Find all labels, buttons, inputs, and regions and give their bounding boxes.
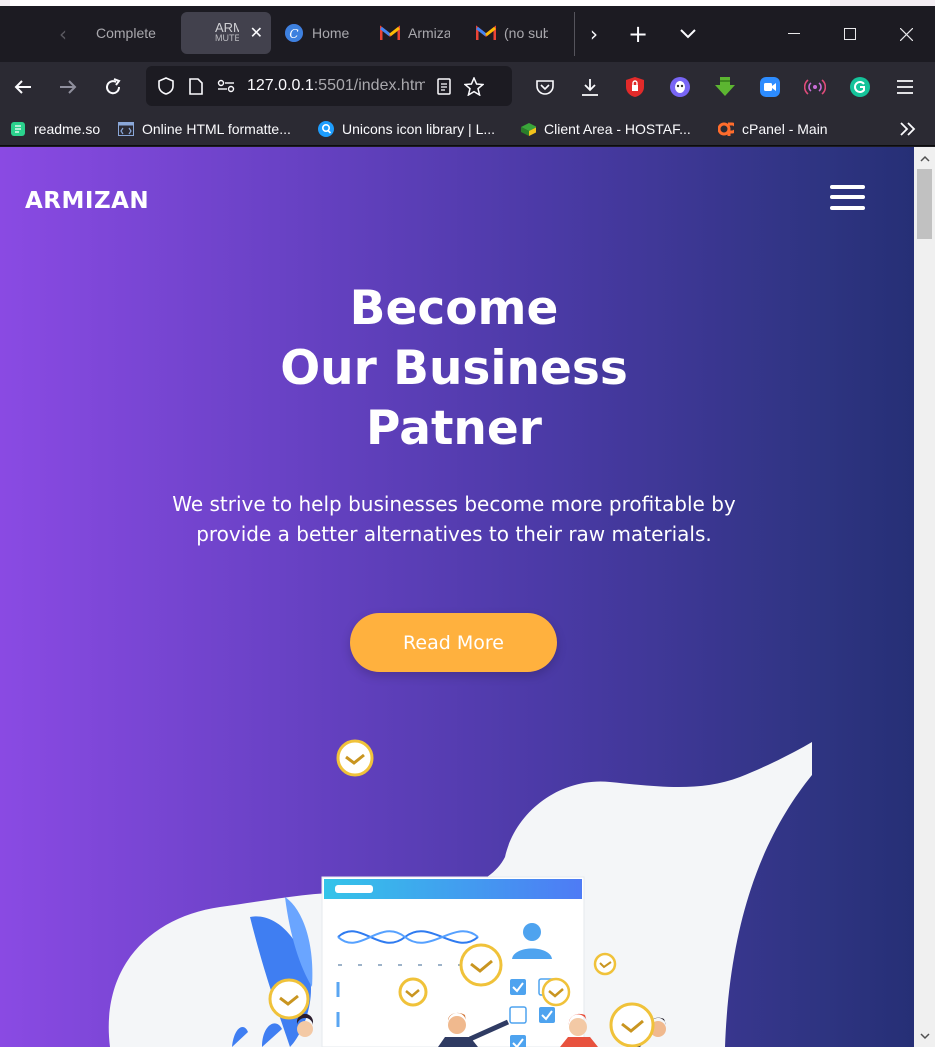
bookmark-star-icon[interactable]: [459, 71, 489, 101]
downloads-icon[interactable]: [576, 73, 604, 101]
more-bookmarks-icon[interactable]: [899, 118, 917, 140]
ghostery-icon[interactable]: [666, 73, 694, 101]
checkbox-checked: [539, 1007, 555, 1023]
tab-label-group: ARMIZAN MUTED: [215, 22, 239, 44]
site-logo[interactable]: ARMIZAN: [25, 188, 149, 214]
bookmark-label: Unicons icon library | L...: [342, 121, 496, 137]
maximize-icon[interactable]: [822, 6, 878, 62]
avatar-head: [523, 923, 541, 941]
reader-view-icon[interactable]: [429, 71, 459, 101]
url-text[interactable]: 127.0.0.1:5501/index.html: [247, 77, 425, 95]
hero-title-line: Patner: [366, 401, 542, 456]
tab-gmail-no-subject[interactable]: (no subject): [476, 12, 548, 54]
bookmark-cpanel[interactable]: cPanel - Main: [718, 118, 828, 140]
tab-armizan-active[interactable]: ARMIZAN MUTED ✕: [181, 12, 271, 54]
clock-icon: [336, 739, 374, 777]
bookmark-unicons[interactable]: Unicons icon library | L...: [318, 118, 495, 140]
reload-icon[interactable]: [95, 69, 131, 105]
tab-label: Home: [312, 25, 350, 41]
business-illustration: [108, 739, 812, 1047]
unicons-icon: [318, 121, 334, 137]
hostaf-icon: [520, 121, 536, 137]
zoom-icon[interactable]: [756, 73, 784, 101]
tab-scroll-right-icon[interactable]: ›: [575, 6, 613, 62]
tab-home[interactable]: C Home: [284, 12, 356, 54]
tab-scroll-left-icon[interactable]: ‹: [44, 6, 82, 62]
hero-title: Become Our Business Patner: [200, 279, 708, 459]
bookmark-label: cPanel - Main: [742, 121, 828, 137]
bookmark-hostaf[interactable]: Client Area - HOSTAF...: [520, 118, 691, 140]
page-viewport: ARMIZAN Become Our Business Patner We st…: [0, 147, 914, 1047]
clock-icon: [609, 1002, 655, 1047]
readme-icon: [10, 121, 26, 137]
adblock-shield-icon[interactable]: [621, 73, 649, 101]
close-tab-icon[interactable]: ✕: [250, 23, 263, 43]
read-more-button[interactable]: Read More: [350, 613, 557, 672]
page-scrollbar[interactable]: [914, 147, 935, 1047]
address-bar[interactable]: 127.0.0.1:5501/index.html: [146, 66, 512, 106]
grammarly-icon[interactable]: [846, 73, 874, 101]
bookmark-html-formatter[interactable]: Online HTML formatte...: [118, 118, 291, 140]
bookmark-label: Client Area - HOSTAF...: [544, 121, 691, 137]
list-all-tabs-icon[interactable]: [669, 6, 707, 62]
gmail-icon: [476, 23, 496, 43]
back-arrow-icon[interactable]: [5, 69, 41, 105]
tab-bar: ‹ Complete ARMIZAN MUTED ✕ C Home Armiza…: [0, 6, 935, 62]
bookmarks-toolbar: readme.so Online HTML formatte... Unicon…: [0, 112, 935, 146]
page-icon[interactable]: [181, 71, 211, 101]
clock-icon: [459, 943, 503, 987]
pocket-icon[interactable]: [531, 73, 559, 101]
svg-text:C: C: [289, 27, 298, 41]
scroll-down-arrow-icon[interactable]: [917, 1028, 932, 1044]
minimize-icon[interactable]: [766, 6, 822, 62]
tab-label: Complete: [96, 25, 156, 41]
tab-label: (no subject): [504, 25, 548, 41]
menu-icon[interactable]: [891, 73, 919, 101]
hero-subtitle: We strive to help businesses become more…: [172, 492, 736, 546]
checkbox-checked: [510, 979, 526, 995]
permissions-icon[interactable]: [211, 71, 241, 101]
gmail-icon: [380, 23, 400, 43]
download-helper-icon[interactable]: [711, 73, 739, 101]
hero-title-line: Our Business: [280, 341, 628, 396]
person-head: [569, 1018, 587, 1036]
broadcast-icon[interactable]: [801, 73, 829, 101]
new-tab-plus-icon[interactable]: +: [619, 6, 657, 62]
cpanel-icon: [718, 121, 734, 137]
person-head: [297, 1021, 313, 1037]
tab-gmail-armizan[interactable]: Armizan: [380, 12, 450, 54]
tab-label: ARMIZAN: [215, 22, 239, 33]
hamburger-menu-icon[interactable]: [830, 184, 866, 212]
dashboard-header-pill: [335, 885, 373, 893]
person-head: [448, 1016, 466, 1034]
bookmark-label: Online HTML formatte...: [142, 121, 291, 137]
code-window-icon: [118, 121, 134, 137]
canva-icon: C: [284, 23, 304, 43]
bookmark-readme[interactable]: readme.so: [10, 118, 100, 140]
navigation-toolbar: 127.0.0.1:5501/index.html: [0, 62, 935, 112]
hero-title-line: Become: [349, 281, 559, 336]
clock-icon: [593, 952, 617, 976]
tab-muted-label: MUTED: [215, 33, 239, 43]
clock-icon: [541, 977, 571, 1007]
shield-icon[interactable]: [151, 71, 181, 101]
tab-label: Armizan: [408, 25, 450, 41]
close-window-icon[interactable]: [878, 6, 934, 62]
scrollbar-thumb[interactable]: [917, 169, 932, 239]
clock-icon: [398, 977, 428, 1007]
forward-arrow-icon[interactable]: [50, 69, 86, 105]
clock-icon: [268, 978, 310, 1020]
scroll-up-arrow-icon[interactable]: [917, 150, 932, 166]
bookmark-label: readme.so: [34, 121, 101, 137]
tab-complete[interactable]: Complete: [84, 12, 164, 54]
